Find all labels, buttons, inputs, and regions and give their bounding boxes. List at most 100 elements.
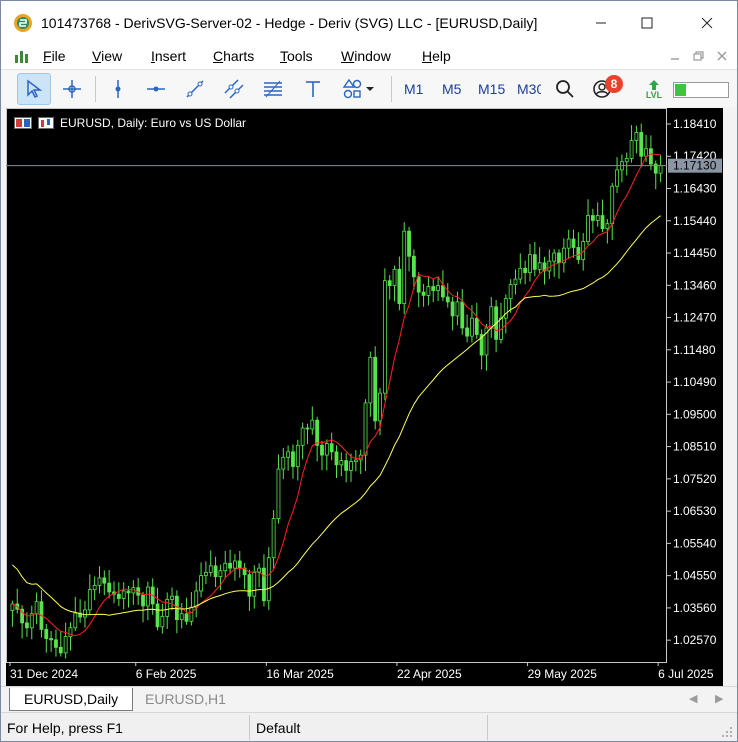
cursor-tool-button[interactable]: [17, 73, 51, 105]
candle-body: [402, 230, 407, 304]
y-tick-label: 1.08510: [673, 440, 717, 454]
tab-scroll-left-icon[interactable]: ◀: [689, 692, 697, 705]
candle-body: [276, 468, 281, 520]
candle-body: [165, 599, 170, 617]
y-tick-label: 1.07520: [673, 472, 717, 486]
x-tick-label: 29 May 2025: [528, 667, 598, 681]
minimize-icon: [596, 22, 606, 24]
candle-body: [237, 560, 242, 569]
menu-insert[interactable]: Insert: [151, 48, 186, 64]
candle-body: [460, 301, 465, 329]
level-button[interactable]: LVL: [637, 73, 671, 105]
child-close-icon[interactable]: [715, 49, 729, 63]
timeframe-m5[interactable]: M5: [442, 81, 461, 97]
equidistant-channel-icon: [224, 79, 244, 99]
chart-settings-icon[interactable]: [38, 117, 54, 129]
maximize-button[interactable]: [624, 1, 670, 45]
crosshair-tool-button[interactable]: [55, 73, 89, 105]
candle-body: [54, 639, 58, 648]
window-title: 101473768 - DerivSVG-Server-02 - Hedge -…: [41, 15, 538, 31]
candle-body: [600, 215, 605, 229]
toolbar: M1 M5 M15 M30 8 LVL: [1, 69, 737, 107]
candle-body: [513, 278, 518, 286]
cursor-icon: [27, 79, 43, 99]
menu-charts[interactable]: Charts: [213, 48, 254, 64]
chevron-down-icon: [366, 87, 374, 91]
one-click-trading-icon[interactable]: [14, 117, 32, 129]
shapes-button[interactable]: [335, 73, 381, 105]
status-divider: [249, 715, 250, 740]
channel-button[interactable]: [217, 73, 251, 105]
candle-body: [68, 627, 73, 637]
menu-tools[interactable]: Tools: [280, 48, 313, 64]
resize-grip-icon[interactable]: [721, 726, 733, 738]
candle-body: [431, 286, 436, 291]
menu-view[interactable]: View: [92, 48, 122, 64]
candle-body: [344, 460, 349, 471]
timeframe-m15[interactable]: M15: [478, 81, 505, 97]
candle-body: [203, 571, 208, 577]
candle-body: [126, 590, 131, 594]
x-tick-label: 6 Jul 2025: [658, 667, 714, 681]
y-tick-label: 1.14450: [673, 246, 717, 260]
candle-body: [271, 518, 276, 559]
text-button[interactable]: [296, 73, 330, 105]
candle-body: [223, 562, 228, 572]
status-profile[interactable]: Default: [256, 720, 300, 736]
candle-body: [407, 230, 411, 257]
candle-body: [387, 280, 392, 287]
candle-body: [324, 443, 329, 456]
tab-eurusd-daily[interactable]: EURUSD,Daily: [9, 688, 134, 711]
candle-body: [566, 238, 571, 249]
candle-body: [445, 296, 450, 303]
candle-body: [382, 280, 387, 394]
search-button[interactable]: [548, 73, 582, 105]
candle-body: [658, 165, 663, 174]
trendline-button[interactable]: [178, 73, 212, 105]
x-tick-label: 22 Apr 2025: [397, 667, 462, 681]
vertical-line-button[interactable]: [101, 73, 135, 105]
candle-body: [339, 460, 344, 466]
candle-body: [465, 327, 470, 337]
chart-window-icon[interactable]: [13, 48, 31, 66]
y-tick-label: 1.05540: [673, 536, 717, 550]
candle-body: [25, 622, 29, 629]
candle-body: [605, 223, 610, 229]
candle-body: [571, 238, 576, 248]
candle-body: [141, 594, 145, 607]
menu-file[interactable]: File: [43, 48, 66, 64]
timeframe-m30[interactable]: M30: [517, 81, 541, 97]
price-chart[interactable]: 1.184101.174201.164301.154401.144501.134…: [6, 108, 723, 686]
status-bar: For Help, press F1 Default: [1, 712, 737, 741]
candle-body: [615, 169, 619, 187]
candle-body: [416, 276, 421, 293]
chart-area[interactable]: 1.18410 1.17420 1.16430 1.15440 1.14450 1.134…: [6, 108, 723, 686]
title-bar[interactable]: 101473768 - DerivSVG-Server-02 - Hedge -…: [1, 1, 737, 45]
candle-body: [586, 215, 590, 243]
menu-window[interactable]: Window: [341, 48, 391, 64]
x-tick-label: 16 Mar 2025: [266, 667, 334, 681]
fibonacci-button[interactable]: [256, 73, 290, 105]
child-restore-icon[interactable]: [691, 49, 705, 63]
minimize-button[interactable]: [578, 1, 624, 45]
candle-body: [576, 247, 581, 260]
tab-scroll-right-icon[interactable]: ▶: [715, 692, 723, 705]
horizontal-line-button[interactable]: [139, 73, 173, 105]
child-minimize-icon[interactable]: [668, 49, 682, 63]
candle-body: [518, 267, 523, 280]
candle-body: [590, 215, 595, 221]
tab-eurusd-h1[interactable]: EURUSD,H1: [131, 688, 240, 711]
candle-body: [441, 285, 445, 298]
menu-help[interactable]: Help: [422, 48, 451, 64]
timeframe-m1[interactable]: M1: [404, 81, 423, 97]
y-tick-label: 1.15440: [673, 214, 717, 228]
x-tick-label: 6 Feb 2025: [136, 667, 197, 681]
close-button[interactable]: [684, 1, 730, 45]
chart-header: EURUSD, Daily: Euro vs US Dollar: [14, 116, 246, 130]
search-icon: [556, 80, 574, 98]
candle-body: [363, 402, 368, 456]
y-tick-label: 1.11480: [673, 343, 716, 357]
candle-body: [170, 595, 174, 600]
candle-body: [286, 451, 291, 458]
candle-body: [310, 419, 315, 430]
